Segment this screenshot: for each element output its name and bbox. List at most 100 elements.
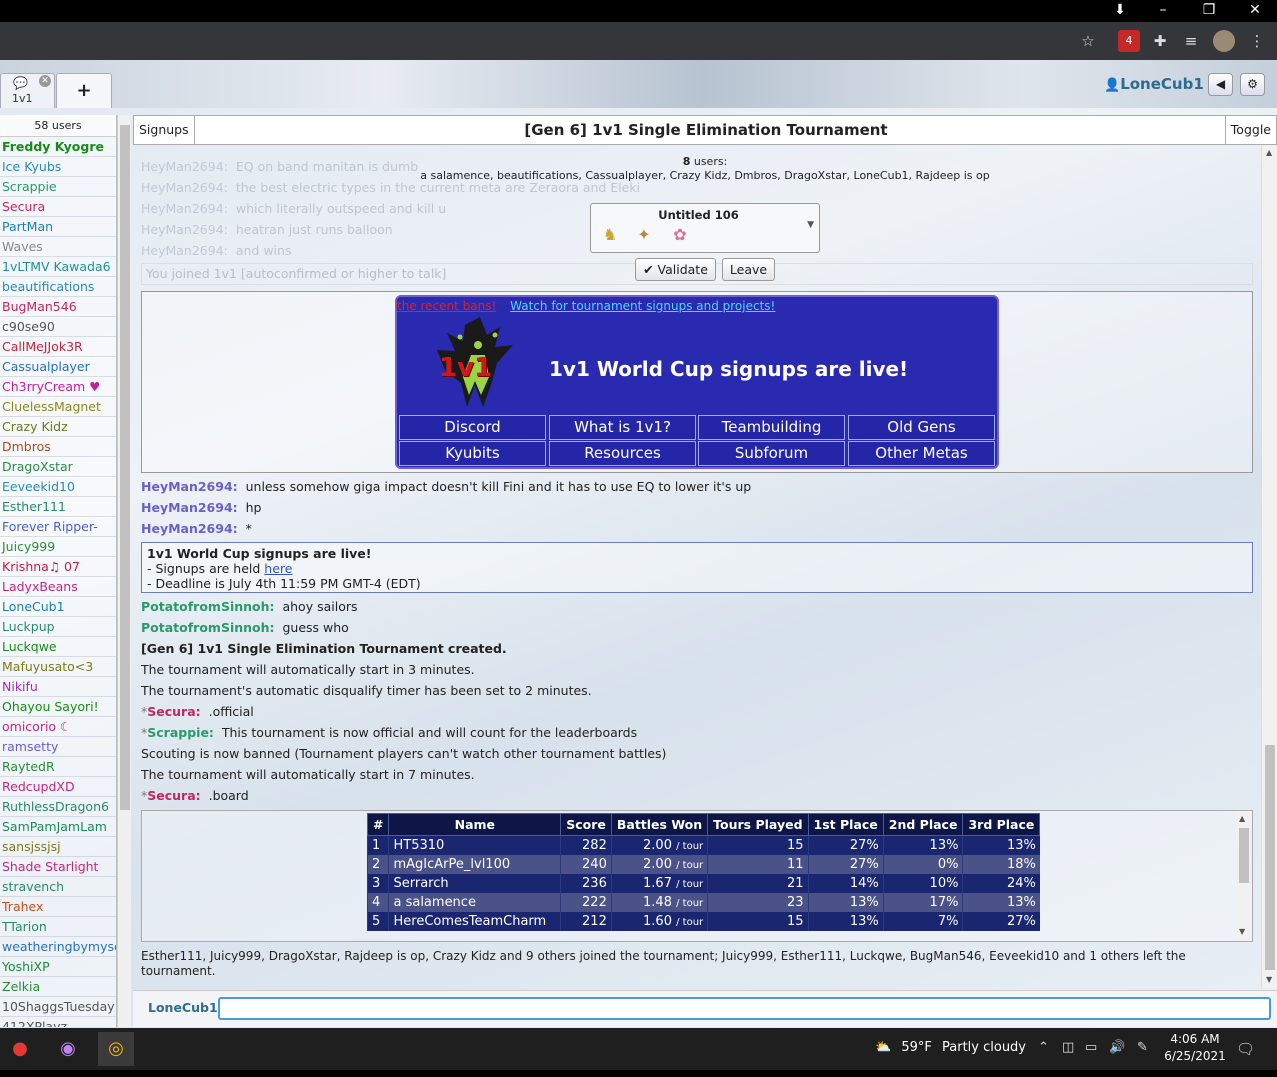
tray-meet-icon[interactable]: ◫	[1062, 1040, 1074, 1055]
maximize-icon[interactable]: ❐	[1189, 0, 1229, 22]
user-list-item[interactable]: Secura	[0, 197, 116, 217]
user-list-item[interactable]: Krishna♫ 07	[0, 557, 116, 577]
user-list-item[interactable]: weatheringbymyse	[0, 937, 116, 957]
user-list-item[interactable]: Juicy999	[0, 537, 116, 557]
table-cell-name[interactable]: HereComesTeamCharm	[388, 911, 561, 931]
user-list-item[interactable]: Crazy Kidz	[0, 417, 116, 437]
user-list-item[interactable]: c90se90	[0, 317, 116, 337]
chat-username[interactable]: HeyMan2694:	[141, 479, 238, 494]
scroll-up-icon[interactable]: ▲	[1239, 814, 1245, 823]
pen-icon[interactable]: ✎	[1137, 1040, 1148, 1055]
old-chat-user[interactable]: HeyMan2694:	[141, 180, 228, 195]
leaderboard-scrollbar[interactable]: ▲ ▼	[1236, 811, 1252, 941]
chat-username[interactable]: Secura:	[147, 704, 200, 719]
user-list-item[interactable]: Mafuyusato<3	[0, 657, 116, 677]
profile-down-icon[interactable]: ⬇	[1100, 0, 1140, 22]
scroll-down-icon[interactable]: ▼	[1239, 927, 1245, 936]
chat-scroll-thumb[interactable]	[1265, 745, 1275, 970]
user-list-item[interactable]: SamPamJamLam	[0, 817, 116, 837]
user-list-item[interactable]: CallMeJJok3R	[0, 337, 116, 357]
browser-menu-icon[interactable]: ⋮	[1246, 30, 1268, 52]
banner-button-subforum[interactable]: Subforum	[698, 441, 845, 466]
user-list-item[interactable]: Zelkia	[0, 977, 116, 997]
team-select[interactable]: Untitled 106 ▼ ♞ ✦ ✿	[590, 203, 820, 253]
banner-button-what-is-1v1[interactable]: What is 1v1?	[549, 415, 696, 440]
user-list-item[interactable]: YoshiXP	[0, 957, 116, 977]
old-chat-user[interactable]: HeyMan2694:	[141, 159, 228, 174]
user-list-item[interactable]: sansjssjsj	[0, 837, 116, 857]
user-list-item[interactable]: 10ShaggsTuesday	[0, 997, 116, 1017]
old-chat-user[interactable]: HeyMan2694:	[141, 201, 228, 216]
user-list-item[interactable]: Forever Ripper-	[0, 517, 116, 537]
user-list-item[interactable]: beautifications	[0, 277, 116, 297]
media-queue-icon[interactable]: ≡	[1180, 30, 1202, 52]
minimize-icon[interactable]: –	[1143, 0, 1183, 22]
weather-widget[interactable]: ⛅ 59°F Partly cloudy	[875, 1040, 1026, 1055]
notifications-icon[interactable]: 🗨	[1236, 1040, 1255, 1058]
user-list-scroll-thumb[interactable]	[120, 125, 130, 810]
chat-username[interactable]: HeyMan2694:	[141, 500, 238, 515]
recent-bans-link[interactable]: the recent bans!	[397, 299, 496, 313]
banner-button-other-metas[interactable]: Other Metas	[848, 441, 995, 466]
table-cell-name[interactable]: HT5310	[388, 835, 561, 855]
close-window-icon[interactable]: ✕	[1235, 0, 1275, 22]
old-chat-user[interactable]: HeyMan2694:	[141, 222, 228, 237]
tournament-signups-link[interactable]: Watch for tournament signups and project…	[510, 299, 775, 313]
settings-button[interactable]: ⚙	[1240, 73, 1265, 96]
tray-chevron-up-icon[interactable]: ⌃	[1038, 1040, 1049, 1055]
table-cell-name[interactable]: Serrarch	[388, 873, 561, 893]
chat-input[interactable]	[218, 997, 1271, 1020]
chat-username[interactable]: Secura:	[147, 788, 200, 803]
network-icon[interactable]: ▭	[1085, 1040, 1097, 1055]
taskbar-app-icon[interactable]: ●	[2, 1032, 38, 1066]
user-list-item[interactable]: Cassualplayer	[0, 357, 116, 377]
table-cell-name[interactable]: a salamence	[388, 892, 561, 912]
user-list-item[interactable]: Waves	[0, 237, 116, 257]
chat-username[interactable]: PotatofromSinnoh:	[141, 620, 275, 635]
table-cell-name[interactable]: mAgIcArPe_lvl100	[388, 854, 561, 874]
tab-room-1v1[interactable]: 💬 ✕ 1v1	[0, 73, 55, 108]
banner-button-discord[interactable]: Discord	[399, 415, 546, 440]
chat-username[interactable]: HeyMan2694:	[141, 521, 238, 536]
user-list-item[interactable]: LoneCub1	[0, 597, 116, 617]
chat-username[interactable]: PotatofromSinnoh:	[141, 599, 275, 614]
profile-avatar-icon[interactable]	[1213, 30, 1235, 52]
user-list-item[interactable]: RaytedR	[0, 757, 116, 777]
taskbar-clock[interactable]: 4:06 AM 6/25/2021	[1160, 1031, 1230, 1065]
banner-button-kyubits[interactable]: Kyubits	[399, 441, 546, 466]
user-list-item[interactable]: Eeveekid10	[0, 477, 116, 497]
new-room-button[interactable]: +	[56, 73, 112, 108]
user-list-item[interactable]: Dmbros	[0, 437, 116, 457]
leave-button[interactable]: Leave	[722, 258, 775, 281]
user-list-item[interactable]: BugMan546	[0, 297, 116, 317]
validate-button[interactable]: ✔ Validate	[635, 258, 716, 281]
user-list-item[interactable]: Luckqwe	[0, 637, 116, 657]
banner-button-old-gens[interactable]: Old Gens	[848, 415, 995, 440]
close-tab-icon[interactable]: ✕	[39, 75, 51, 87]
user-list-item[interactable]: Freddy Kyogre	[0, 137, 116, 157]
user-list-item[interactable]: PartMan	[0, 217, 116, 237]
old-chat-user[interactable]: HeyMan2694:	[141, 243, 228, 258]
extension-badge-icon[interactable]: 4	[1118, 30, 1140, 52]
taskbar-browser-icon[interactable]: ◎	[98, 1032, 134, 1066]
current-user[interactable]: 👤LoneCub1	[1104, 75, 1204, 93]
toggle-button[interactable]: Toggle	[1224, 116, 1276, 144]
banner-button-teambuilding[interactable]: Teambuilding	[698, 415, 845, 440]
user-list-item[interactable]: Ice Kyubs	[0, 157, 116, 177]
user-list-scrollbar[interactable]	[117, 115, 131, 1027]
user-list-item[interactable]: DragoXstar	[0, 457, 116, 477]
extensions-puzzle-icon[interactable]: ✚	[1149, 30, 1171, 52]
volume-icon[interactable]: 🔊	[1109, 1040, 1125, 1055]
scroll-up-icon[interactable]: ▲	[1266, 148, 1272, 157]
user-list-item[interactable]: stravench	[0, 877, 116, 897]
signups-tab[interactable]: Signups	[134, 116, 195, 144]
user-list-item[interactable]: Luckpup	[0, 617, 116, 637]
chat-scrollbar[interactable]: ▲ ▼	[1261, 145, 1277, 988]
user-list-item[interactable]: Esther111	[0, 497, 116, 517]
user-list-item[interactable]: Trahex	[0, 897, 116, 917]
user-list-item[interactable]: 1vLTMV Kawada6	[0, 257, 116, 277]
user-list-item[interactable]: 412XPlayz	[0, 1017, 116, 1027]
banner-button-resources[interactable]: Resources	[549, 441, 696, 466]
user-list-item[interactable]: TTarion	[0, 917, 116, 937]
user-list-item[interactable]: CluelessMagnet	[0, 397, 116, 417]
